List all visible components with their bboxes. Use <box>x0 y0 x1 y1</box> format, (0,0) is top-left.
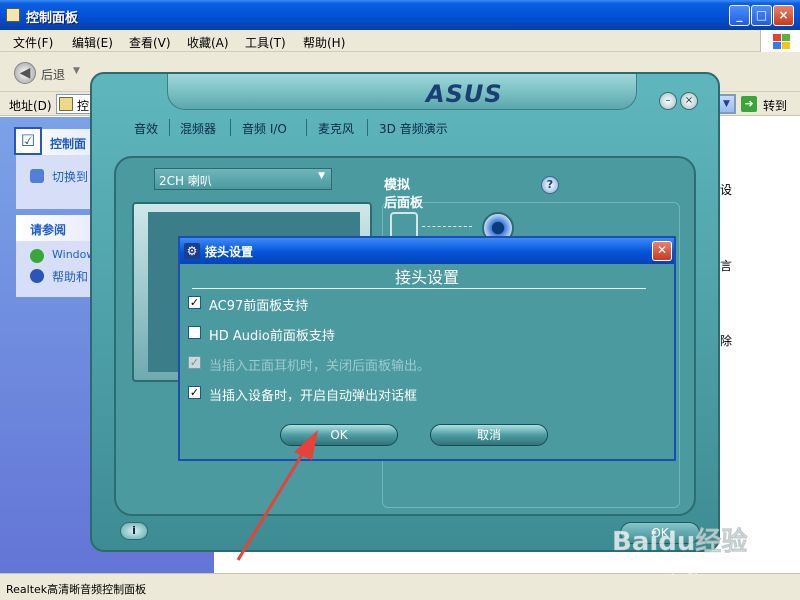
option-hd-audio-front-panel[interactable]: HD Audio前面板支持 <box>188 324 648 344</box>
checkbox-hd-audio[interactable] <box>188 326 201 339</box>
dialog-title-bar[interactable]: ⚙ 接头设置 ✕ <box>180 238 674 264</box>
option-label: AC97前面板支持 <box>209 299 309 314</box>
option-label: HD Audio前面板支持 <box>209 329 335 344</box>
help-icon <box>30 269 44 283</box>
help-link[interactable]: 帮助和 <box>52 268 88 285</box>
go-label: 转到 <box>763 99 788 113</box>
address-value: 控 <box>77 99 90 113</box>
watermark-text: Baidu经验 <box>612 526 747 557</box>
dialog-close-button[interactable]: ✕ <box>652 241 672 261</box>
content-fragment: 言 <box>720 259 733 273</box>
tab-bar: 音效 混频器 音频 I/O 麦克风 3D 音频演示 <box>122 118 682 138</box>
asus-header[interactable]: ASUS <box>167 74 637 110</box>
window-title: 控制面板 <box>26 11 79 26</box>
content-fragment: 设 <box>720 183 733 197</box>
tab-3d-demo[interactable]: 3D 音频演示 <box>379 120 448 137</box>
title-bar[interactable]: 控制面板 _ □ × <box>0 0 800 30</box>
connector-icon: ⚙ <box>184 243 200 259</box>
maximize-button[interactable]: □ <box>751 5 772 26</box>
asus-logo: ASUS <box>426 80 503 108</box>
switch-view-link[interactable]: 切换到 <box>52 168 88 185</box>
minimize-icon[interactable]: – <box>659 92 677 110</box>
divider <box>192 288 646 289</box>
speaker-config-select[interactable]: 2CH 喇叭 ▼ <box>154 168 332 190</box>
checkbox-ac97[interactable]: ✓ <box>188 296 201 309</box>
wrench-settings-icon[interactable]: ? <box>541 176 559 194</box>
content-fragment: 除 <box>720 334 733 348</box>
tab-divider <box>306 119 307 136</box>
menu-file[interactable]: 文件(F) <box>13 34 53 51</box>
back-button-label[interactable]: 后退 <box>41 66 65 83</box>
go-arrow-icon: ➜ <box>741 96 757 112</box>
cancel-button[interactable]: 取消 <box>430 424 548 446</box>
switch-view-icon <box>30 169 44 183</box>
menu-bar: 文件(F) 编辑(E) 查看(V) 收藏(A) 工具(T) 帮助(H) <box>0 30 800 52</box>
option-mute-rear-on-headphone: ✓ 当插入正面耳机时，关闭后面板输出。 <box>188 354 648 374</box>
option-auto-popup[interactable]: ✓ 当插入设备时，开启自动弹出对话框 <box>188 384 648 404</box>
tab-divider <box>230 119 231 136</box>
close-icon[interactable]: × <box>680 92 698 110</box>
menu-edit[interactable]: 编辑(E) <box>72 34 113 51</box>
connector-settings-dialog: ⚙ 接头设置 ✕ 接头设置 ✓ AC97前面板支持 HD Audio前面板支持 … <box>178 236 676 461</box>
windows-update-icon <box>30 249 44 263</box>
checkbox-auto-popup[interactable]: ✓ <box>188 386 201 399</box>
tab-microphone[interactable]: 麦克风 <box>318 120 354 137</box>
tab-divider <box>367 119 368 136</box>
close-button[interactable]: × <box>773 5 794 26</box>
menu-help[interactable]: 帮助(H) <box>303 34 345 51</box>
option-label: 当插入正面耳机时，关闭后面板输出。 <box>209 359 431 374</box>
tab-audio-io[interactable]: 音频 I/O <box>242 120 287 137</box>
tab-divider <box>169 119 170 136</box>
address-label: 地址(D) <box>9 99 52 113</box>
dialog-title: 接头设置 <box>205 245 254 259</box>
option-ac97-front-panel[interactable]: ✓ AC97前面板支持 <box>188 294 648 314</box>
chevron-down-icon: ▼ <box>318 171 325 181</box>
menu-favorites[interactable]: 收藏(A) <box>187 34 229 51</box>
minimize-button[interactable]: _ <box>729 5 750 26</box>
status-text: Realtek高清晰音频控制面板 <box>6 583 147 596</box>
tab-sound-effects[interactable]: 音效 <box>134 120 158 137</box>
address-dropdown-icon[interactable]: ▼ <box>718 95 735 113</box>
back-panel-label: 后面板 <box>384 196 424 211</box>
folder-icon <box>59 97 73 111</box>
analog-title: 模拟 <box>384 178 411 193</box>
menu-tools[interactable]: 工具(T) <box>245 34 286 51</box>
checkbox-mute-rear: ✓ <box>188 356 201 369</box>
jack-wire <box>422 226 472 227</box>
baidu-watermark: Baidu经验 jingyan.baidu.com <box>612 518 792 578</box>
control-panel-checklist-icon: ☑ <box>14 127 42 155</box>
control-panel-icon <box>6 8 20 22</box>
ok-button[interactable]: OK <box>280 424 398 446</box>
windows-logo-icon <box>760 30 800 52</box>
speaker-config-value: 2CH 喇叭 <box>159 174 212 188</box>
tab-mixer[interactable]: 混频器 <box>180 120 216 137</box>
back-arrow-icon[interactable]: ◀ <box>14 62 36 84</box>
watermark-url: jingyan.baidu.com <box>671 561 783 575</box>
back-dropdown-icon[interactable]: ▼ <box>73 66 80 76</box>
info-button[interactable]: i <box>120 522 148 540</box>
windows-update-link[interactable]: Window <box>52 248 95 261</box>
dialog-heading: 接头设置 <box>394 268 459 287</box>
option-label: 当插入设备时，开启自动弹出对话框 <box>209 389 418 404</box>
go-button[interactable]: ➜ 转到 <box>741 95 796 113</box>
menu-view[interactable]: 查看(V) <box>129 34 171 51</box>
